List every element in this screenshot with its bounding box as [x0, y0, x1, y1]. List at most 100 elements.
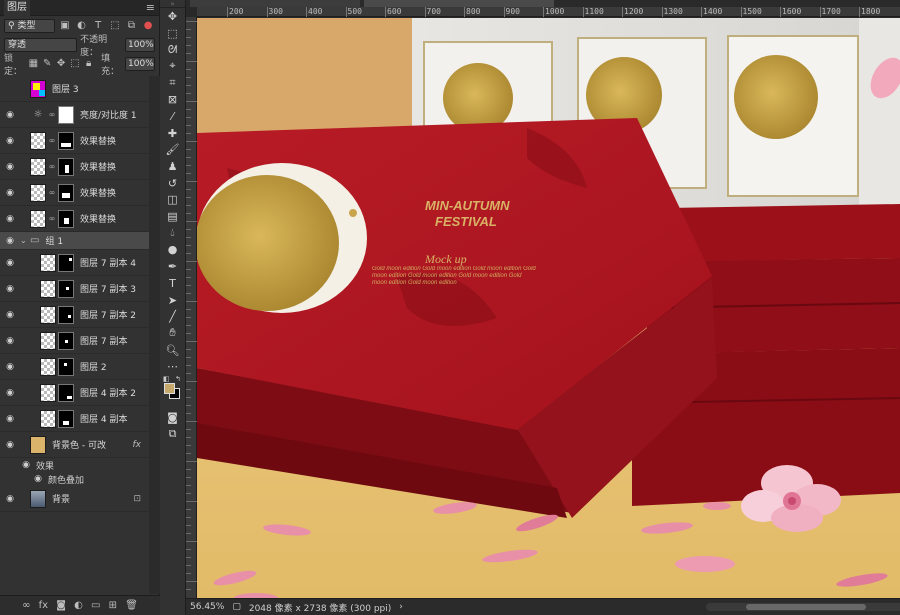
gradient-tool-icon[interactable]: ▤ — [160, 208, 185, 225]
eyedropper-tool-icon[interactable]: ⁄ — [160, 108, 185, 125]
blend-mode-select[interactable]: 穿透 — [4, 37, 78, 52]
layer-row[interactable]: ◉ 图层 7 副本 4 — [0, 250, 149, 276]
eye-icon[interactable]: ◉ — [0, 162, 20, 172]
foreground-color-swatch[interactable] — [164, 383, 175, 395]
new-group-icon[interactable]: ▭ — [91, 600, 100, 611]
frame-tool-icon[interactable]: ⊠ — [160, 91, 185, 108]
eye-icon[interactable]: ◉ — [0, 136, 20, 146]
clone-stamp-icon[interactable]: ♟ — [160, 158, 185, 175]
blur-tool-icon[interactable]: 💧︎ — [160, 225, 185, 242]
horizontal-scrollbar[interactable] — [706, 603, 900, 611]
eye-icon[interactable]: ◉ — [0, 236, 20, 246]
layer-row[interactable]: ◉ 图层 2 — [0, 354, 149, 380]
eye-icon[interactable]: ◉ — [0, 440, 20, 450]
layer-row[interactable]: ◉ 背景色 - 可改 fx — [0, 432, 149, 458]
filter-toggle-icon[interactable]: ● — [141, 19, 155, 33]
dodge-tool-icon[interactable]: ● — [160, 242, 185, 259]
trash-icon[interactable]: 🗑︎ — [125, 600, 138, 611]
type-tool-icon[interactable]: T — [160, 275, 185, 292]
effects-row[interactable]: ◉ 效果 — [0, 458, 149, 472]
document-tab[interactable] — [190, 0, 360, 7]
layers-tab[interactable]: 图层 — [4, 0, 30, 16]
screen-mode-icon[interactable]: ⧉ — [160, 426, 185, 443]
adjustment-filter-icon[interactable]: ◐ — [75, 19, 89, 33]
layer-row[interactable]: ◉ ∞ 效果替换 — [0, 180, 149, 206]
default-colors-icon[interactable]: ◧ — [163, 375, 170, 383]
eye-icon[interactable]: ◉ — [0, 258, 20, 268]
filter-type-select[interactable]: ⚲ 类型 — [4, 18, 55, 33]
eye-icon[interactable]: ◉ — [0, 214, 20, 224]
document-size[interactable]: 2048 像素 x 2738 像素 (300 ppi) — [249, 601, 391, 614]
scrollbar-thumb[interactable] — [746, 604, 866, 610]
eye-icon[interactable]: ◉ — [0, 414, 20, 424]
layer-row[interactable]: 图层 3 — [0, 76, 149, 102]
chevron-down-icon[interactable]: ⌄ — [20, 236, 30, 245]
lasso-tool-icon[interactable]: ᘛ — [160, 41, 185, 58]
fill-input[interactable]: 100% — [125, 56, 156, 71]
eraser-tool-icon[interactable]: ◫ — [160, 192, 185, 209]
eye-icon[interactable]: ◉ — [0, 388, 20, 398]
layer-style-icon[interactable]: fx — [39, 600, 48, 611]
pixel-filter-icon[interactable]: ▣ — [58, 19, 72, 33]
color-overlay-row[interactable]: ◉ 颜色叠加 — [0, 472, 149, 486]
lock-transparent-icon[interactable]: ▦ — [28, 57, 39, 71]
layer-group-row[interactable]: ◉ ⌄ ▭ 组 1 — [0, 232, 149, 250]
tools-grip[interactable]: » — [160, 0, 185, 8]
brush-tool-icon[interactable]: 🖌︎ — [160, 142, 185, 159]
canvas[interactable]: MIN-AUTUMN FESTIVAL Mock up Gold moon ed… — [197, 18, 900, 598]
lock-all-icon[interactable]: 🔒︎ — [83, 57, 94, 71]
vertical-ruler[interactable] — [186, 17, 197, 598]
lock-artboard-icon[interactable]: ⬚ — [69, 57, 80, 71]
quick-select-tool-icon[interactable]: ⌖ — [160, 58, 185, 75]
lock-paint-icon[interactable]: ✎ — [42, 57, 53, 71]
layer-row[interactable]: ◉ 图层 4 副本 2 — [0, 380, 149, 406]
more-tools-icon[interactable]: ⋯ — [160, 358, 185, 375]
eye-icon[interactable]: ◉ — [0, 284, 20, 294]
layers-scrollbar[interactable] — [149, 76, 160, 594]
move-tool-icon[interactable]: ✥ — [160, 8, 185, 25]
color-swatches[interactable]: ◧ ↰ — [160, 375, 185, 409]
zoom-level[interactable]: 56.45% — [190, 602, 224, 612]
marquee-tool-icon[interactable]: ⬚ — [160, 25, 185, 42]
layer-row[interactable]: ◉ ☼ ∞ 亮度/对比度 1 — [0, 102, 149, 128]
fx-icon[interactable]: fx — [133, 440, 142, 450]
path-select-icon[interactable]: ➤ — [160, 292, 185, 309]
new-layer-icon[interactable]: ⊞ — [109, 600, 117, 611]
eye-icon[interactable]: ◉ — [16, 460, 36, 470]
eye-icon[interactable]: ◉ — [0, 362, 20, 372]
layer-row[interactable]: ◉ ∞ 效果替换 — [0, 154, 149, 180]
smart-object-filter-icon[interactable]: ⧉ — [125, 19, 139, 33]
panel-menu-icon[interactable]: ≡ — [146, 1, 155, 14]
hand-tool-icon[interactable]: ✋︎ — [160, 325, 185, 342]
crop-tool-icon[interactable]: ⌗ — [160, 75, 185, 92]
eye-icon[interactable]: ◉ — [28, 474, 48, 484]
eye-icon[interactable]: ◉ — [0, 110, 20, 120]
pen-tool-icon[interactable]: ✒ — [160, 258, 185, 275]
layer-row[interactable]: ◉ 背景 ⊡ — [0, 486, 149, 512]
shape-filter-icon[interactable]: ⬚ — [108, 19, 122, 33]
eye-icon[interactable]: ◉ — [0, 494, 20, 504]
layer-row[interactable]: ◉ 图层 7 副本 3 — [0, 276, 149, 302]
type-filter-icon[interactable]: T — [91, 19, 105, 33]
layer-row[interactable]: ◉ ∞ 效果替换 — [0, 128, 149, 154]
link-layers-icon[interactable]: ∞ — [22, 600, 30, 611]
line-tool-icon[interactable]: ╱ — [160, 308, 185, 325]
opacity-input[interactable]: 100% — [125, 37, 155, 52]
eye-icon[interactable]: ◉ — [0, 310, 20, 320]
horizontal-ruler[interactable]: 200 300 400 500 600 700 800 900 1000 1100 1200 1300… — [197, 7, 900, 17]
layer-row[interactable]: ◉ 图层 7 副本 — [0, 328, 149, 354]
layer-row[interactable]: ◉ 图层 7 副本 2 — [0, 302, 149, 328]
eye-icon[interactable]: ◉ — [0, 188, 20, 198]
swap-colors-icon[interactable]: ↰ — [175, 375, 181, 383]
quick-mask-icon[interactable]: ◙ — [160, 409, 185, 426]
lock-move-icon[interactable]: ✥ — [56, 57, 67, 71]
eye-icon[interactable]: ◉ — [0, 336, 20, 346]
layer-row[interactable]: ◉ 图层 4 副本 — [0, 406, 149, 432]
layer-row[interactable]: ◉ ∞ 效果替换 — [0, 206, 149, 232]
document-tab-active[interactable] — [364, 0, 554, 7]
adjustment-layer-icon[interactable]: ◐ — [74, 600, 83, 611]
history-brush-icon[interactable]: ↺ — [160, 175, 185, 192]
healing-brush-icon[interactable]: ✚ — [160, 125, 185, 142]
status-menu-chevron-icon[interactable]: › — [399, 602, 403, 612]
zoom-tool-icon[interactable]: 🔍︎ — [160, 342, 185, 359]
